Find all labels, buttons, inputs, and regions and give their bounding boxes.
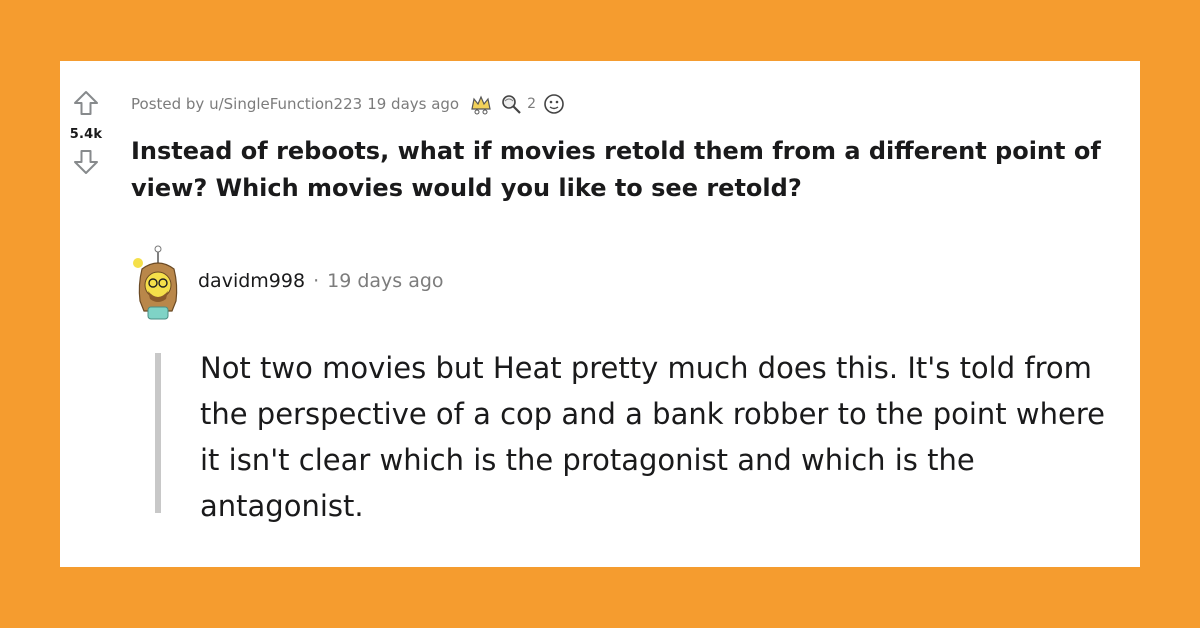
comment-body: Not two movies but Heat pretty much does… — [200, 351, 1105, 523]
post-meta: Posted by u/SingleFunction223 19 days ag… — [131, 93, 566, 115]
posted-by[interactable]: Posted by u/SingleFunction223 — [131, 95, 362, 113]
vote-column: 5.4k — [60, 89, 112, 176]
vote-score: 5.4k — [69, 127, 103, 142]
face-award-icon — [544, 94, 564, 114]
magnifier-award-icon — [502, 95, 521, 114]
award-count: 2 — [527, 96, 537, 112]
upvote-arrow-icon[interactable] — [72, 89, 100, 117]
comment-header: davidm998 · 19 days ago — [128, 241, 444, 321]
snoo-avatar-icon[interactable] — [128, 241, 188, 321]
posted-time: 19 days ago — [367, 95, 460, 113]
meta-separator: · — [313, 270, 320, 292]
comment-username[interactable]: davidm998 — [198, 270, 305, 292]
comment-time: 19 days ago — [327, 270, 444, 292]
crown-award-icon — [471, 95, 491, 115]
thread-line[interactable] — [155, 353, 161, 513]
downvote-arrow-icon[interactable] — [72, 148, 100, 176]
post-card: 5.4k Posted by u/SingleFunction223 19 da… — [60, 61, 1140, 567]
awards[interactable]: 2 — [469, 93, 566, 115]
post-title[interactable]: Instead of reboots, what if movies retol… — [131, 133, 1131, 207]
